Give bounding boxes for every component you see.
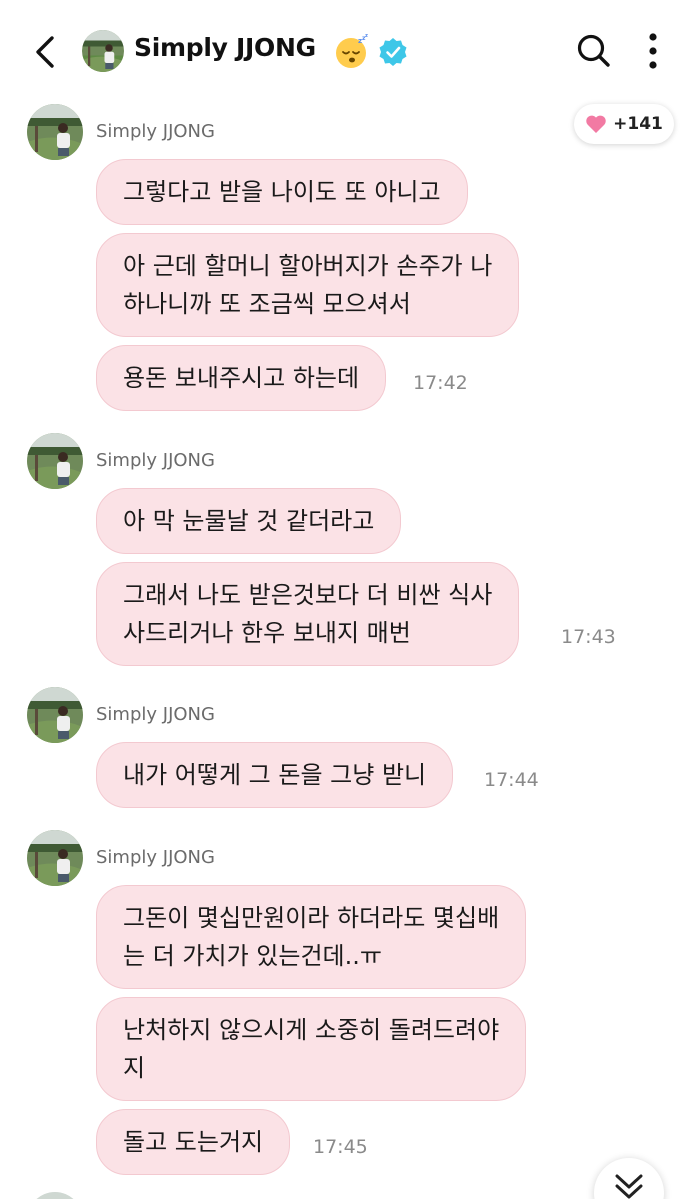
sender-name: Simply JJONG — [96, 121, 215, 142]
chat-screen: Simply JJONG z z z +141 Simply JJONG 그렇다… — [0, 0, 691, 1199]
message-bubble[interactable]: 아 막 눈물날 것 같더라고 — [96, 488, 402, 554]
message-line: 하나니까 또 조금씩 모으셔서 — [123, 290, 411, 318]
sender-name: Simply JJONG — [96, 847, 215, 868]
verified-badge-icon — [378, 37, 408, 67]
message-bubble[interactable]: 용돈 보내주시고 하는데 — [96, 345, 387, 411]
message-line: 아 근데 할머니 할아버지가 손주가 나 — [123, 252, 493, 280]
message-timestamp: 17:42 — [413, 372, 468, 394]
message-line: 그돈이 몇십만원이라 하더라도 몇십배 — [123, 904, 500, 932]
message-bubble[interactable]: 돌고 도는거지 — [96, 1109, 291, 1175]
profile-photo-icon — [82, 30, 124, 72]
heart-icon — [586, 115, 606, 133]
message-bubble[interactable]: 내가 어떻게 그 돈을 그냥 받니 — [96, 742, 454, 808]
message-line: 난처하지 않으시게 소중히 돌려드려야 — [123, 1016, 500, 1044]
more-options-button[interactable] — [642, 30, 664, 72]
message-line: 용돈 보내주시고 하는데 — [123, 364, 360, 392]
message-line: 아 막 눈물날 것 같더라고 — [123, 507, 375, 535]
header-avatar[interactable] — [82, 30, 124, 72]
message-line: 지 — [123, 1054, 146, 1082]
sender-name: Simply JJONG — [96, 704, 215, 725]
scroll-to-bottom-button[interactable] — [594, 1158, 664, 1199]
search-button[interactable] — [575, 32, 613, 70]
search-icon — [577, 34, 610, 67]
profile-photo-icon — [27, 687, 83, 743]
chat-header: Simply JJONG z z z — [0, 0, 691, 100]
message-bubble[interactable]: 난처하지 않으시게 소중히 돌려드려야 지 — [96, 997, 527, 1101]
sender-name: Simply JJONG — [96, 450, 215, 471]
sender-avatar[interactable] — [27, 433, 83, 489]
more-vertical-icon — [649, 33, 657, 69]
back-button[interactable] — [26, 30, 66, 74]
message-bubble[interactable]: 아 근데 할머니 할아버지가 손주가 나 하나니까 또 조금씩 모으셔서 — [96, 233, 520, 337]
message-bubble[interactable]: 그래서 나도 받은것보다 더 비싼 식사 사드리거나 한우 보내지 매번 — [96, 562, 520, 666]
sender-avatar[interactable] — [27, 104, 83, 160]
message-line: 는 더 가치가 있는건데..ㅠ — [123, 942, 382, 970]
sender-avatar[interactable] — [27, 1192, 83, 1199]
message-timestamp: 17:45 — [313, 1136, 368, 1158]
message-bubble[interactable]: 그렇다고 받을 나이도 또 아니고 — [96, 159, 468, 225]
message-bubble[interactable]: 그돈이 몇십만원이라 하더라도 몇십배 는 더 가치가 있는건데..ㅠ — [96, 885, 527, 989]
chat-title: Simply JJONG — [134, 33, 316, 62]
profile-photo-icon — [27, 830, 83, 886]
sender-avatar[interactable] — [27, 687, 83, 743]
reaction-count: +141 — [613, 114, 663, 134]
profile-photo-icon — [27, 433, 83, 489]
chevron-left-icon — [36, 36, 54, 68]
profile-photo-icon — [27, 104, 83, 160]
message-timestamp: 17:44 — [484, 769, 539, 791]
message-line: 그래서 나도 받은것보다 더 비싼 식사 — [123, 581, 493, 609]
sleeping-face-emoji: z z z — [334, 33, 370, 70]
svg-text:z: z — [365, 34, 368, 39]
message-line: 그렇다고 받을 나이도 또 아니고 — [123, 178, 441, 206]
reaction-count-pill[interactable]: +141 — [574, 104, 674, 144]
message-timestamp: 17:43 — [561, 626, 616, 648]
sender-avatar[interactable] — [27, 830, 83, 886]
profile-photo-icon — [27, 1192, 83, 1199]
double-chevron-down-icon — [615, 1174, 643, 1199]
message-line: 돌고 도는거지 — [123, 1128, 264, 1156]
message-line: 내가 어떻게 그 돈을 그냥 받니 — [123, 761, 427, 789]
message-line: 사드리거나 한우 보내지 매번 — [123, 619, 411, 647]
